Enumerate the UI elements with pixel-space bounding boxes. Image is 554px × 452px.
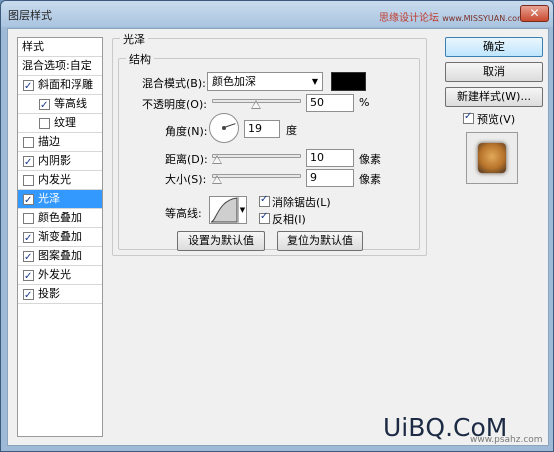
watermark-text: 思缘设计论坛 www.MISSYUAN.com [379,13,525,24]
structure-group: 结构 混合模式(B): 颜色加深 ▼ 不透明度(O): 50 % 角度(N): 1… [118,51,420,250]
size-input[interactable]: 9 [306,169,354,187]
style-item[interactable]: 投影 [18,285,102,305]
style-item-label: 外发光 [38,268,71,281]
style-item-label: 内阴影 [38,154,71,167]
antialias-label: 消除锯齿(L) [272,196,331,209]
styles-header[interactable]: 样式 [18,38,102,57]
style-item[interactable]: 斜面和浮雕 [18,76,102,96]
blend-mode-label: 混合模式(B): [142,77,206,90]
style-item[interactable]: 外发光 [18,266,102,286]
distance-label: 距离(D): [165,153,208,166]
preview-label: 预览(V) [477,113,516,126]
site-url: www.psahz.com [470,435,543,445]
angle-label: 角度(N): [165,125,208,138]
style-item-label: 光泽 [38,192,60,205]
cancel-button[interactable]: 取消 [445,62,543,82]
size-label: 大小(S): [165,173,207,186]
distance-slider-thumb[interactable] [212,155,222,164]
style-item-checkbox[interactable] [23,268,34,286]
styles-list: 样式 混合选项:自定 斜面和浮雕等高线纹理描边内阴影内发光光泽颜色叠加渐变叠加图… [17,37,103,437]
style-item-label: 等高线 [54,97,87,110]
size-slider-thumb[interactable] [212,175,222,184]
angle-dial-center [222,126,226,130]
style-item-checkbox[interactable] [23,137,34,148]
new-style-button[interactable]: 新建样式(W)... [445,87,543,107]
style-item-label: 颜色叠加 [38,211,82,224]
style-item-checkbox[interactable] [23,192,34,210]
opacity-unit: % [359,96,370,109]
style-item[interactable]: 纹理 [18,114,102,133]
style-preview-swatch [478,143,506,173]
distance-slider-track[interactable] [212,154,301,158]
style-item[interactable]: 描边 [18,133,102,152]
antialias-checkbox[interactable] [259,194,270,207]
style-item[interactable]: 内阴影 [18,152,102,172]
contour-label: 等高线: [165,207,202,220]
style-item-label: 斜面和浮雕 [38,78,93,91]
style-item-checkbox[interactable] [39,118,50,129]
style-item[interactable]: 等高线 [18,95,102,115]
blending-options-item[interactable]: 混合选项:自定 [18,57,102,76]
set-default-button[interactable]: 设置为默认值 [177,231,265,251]
style-item-checkbox[interactable] [23,287,34,305]
style-item[interactable]: 图案叠加 [18,247,102,267]
opacity-label: 不透明度(O): [142,98,207,111]
satin-group: 光泽 结构 混合模式(B): 颜色加深 ▼ 不透明度(O): 50 % 角度(N)… [112,31,427,256]
ok-button[interactable]: 确定 [445,37,543,57]
style-item-checkbox[interactable] [23,249,34,267]
blend-mode-select[interactable]: 颜色加深 ▼ [207,72,323,91]
layer-style-dialog: 图层样式 思缘设计论坛 www.MISSYUAN.com ✕ 样式 混合选项:自… [0,0,554,452]
style-item-checkbox[interactable] [23,230,34,248]
style-item-label: 投影 [38,287,60,300]
style-item-label: 描边 [38,135,60,148]
style-item-label: 纹理 [54,116,76,129]
contour-picker[interactable]: ▼ [209,196,247,224]
dialog-title: 图层样式 [8,9,52,22]
blend-color-swatch[interactable] [331,72,366,91]
close-button[interactable]: ✕ [520,5,549,22]
title-bar[interactable]: 图层样式 思缘设计论坛 www.MISSYUAN.com ✕ [1,1,553,27]
style-item-checkbox[interactable] [23,175,34,186]
style-item[interactable]: 渐变叠加 [18,228,102,248]
style-item-checkbox[interactable] [39,97,50,115]
distance-input[interactable]: 10 [306,149,354,167]
size-slider-track[interactable] [212,174,301,178]
dialog-body: 样式 混合选项:自定 斜面和浮雕等高线纹理描边内阴影内发光光泽颜色叠加渐变叠加图… [7,28,549,446]
opacity-slider-thumb[interactable] [251,100,261,109]
angle-unit: 度 [286,124,297,137]
style-item[interactable]: 光泽 [18,190,102,210]
size-unit: 像素 [359,173,381,186]
invert-checkbox[interactable] [259,211,270,224]
structure-group-title: 结构 [126,51,154,67]
style-item-label: 内发光 [38,173,71,186]
style-item[interactable]: 颜色叠加 [18,209,102,228]
opacity-input[interactable]: 50 [306,94,354,112]
style-item-checkbox[interactable] [23,78,34,96]
style-preview-thumbnail [466,132,518,184]
preview-checkbox[interactable] [463,111,474,124]
contour-curve-icon [210,197,238,223]
satin-group-title: 光泽 [120,31,148,47]
distance-unit: 像素 [359,153,381,166]
angle-dial[interactable] [209,113,239,143]
angle-input[interactable]: 19 [244,120,280,138]
reset-default-button[interactable]: 复位为默认值 [277,231,363,251]
style-item-label: 渐变叠加 [38,230,82,243]
contour-dropdown-arrow[interactable]: ▼ [238,197,246,223]
style-item-checkbox[interactable] [23,154,34,172]
chevron-down-icon: ▼ [311,77,318,86]
style-item-checkbox[interactable] [23,213,34,224]
style-item[interactable]: 内发光 [18,171,102,190]
style-item-label: 图案叠加 [38,249,82,262]
invert-label: 反相(I) [272,213,306,226]
